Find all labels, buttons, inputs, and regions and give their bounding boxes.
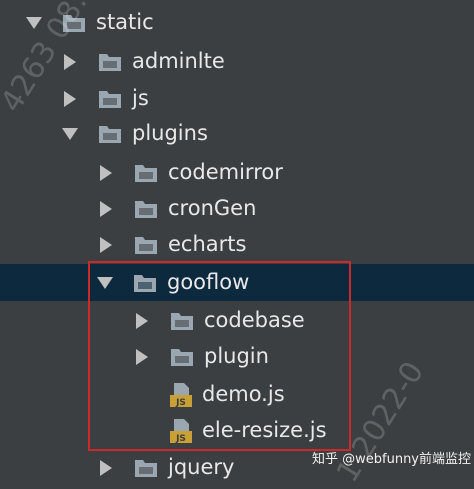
tree-item-label: cronGen [168, 196, 257, 220]
tree-item-label: plugins [132, 121, 208, 145]
chevron-right-icon[interactable] [62, 53, 78, 70]
tree-item-label: jquery [168, 455, 235, 479]
chevron-right-icon[interactable] [134, 348, 150, 365]
chevron-right-icon[interactable] [62, 90, 78, 107]
folder-icon [134, 163, 158, 183]
chevron-right-icon[interactable] [98, 200, 114, 217]
tree-item-label: codemirror [168, 160, 283, 184]
js-file-icon: JS [170, 382, 192, 408]
chevron-right-icon[interactable] [98, 459, 114, 476]
tree-item-label: codebase [204, 308, 305, 332]
folder-icon [98, 89, 122, 109]
tree-row-ele-resize-js[interactable]: JS ele-resize.js [0, 412, 474, 449]
tree-row-demo-js[interactable]: JS demo.js [0, 376, 474, 413]
tree-row-static[interactable]: static [0, 4, 474, 41]
js-badge-text: JS [175, 398, 186, 408]
chevron-down-icon[interactable] [97, 275, 113, 291]
tree-item-label: plugin [204, 344, 269, 368]
folder-icon [170, 311, 194, 331]
project-file-tree: static adminlte js plugins codemirror cr… [0, 0, 474, 481]
tree-row-codebase[interactable]: codebase [0, 302, 474, 339]
tree-row-plugins[interactable]: plugins [0, 115, 474, 152]
tree-item-label: js [132, 86, 149, 110]
folder-icon [134, 199, 158, 219]
tree-row-crongen[interactable]: cronGen [0, 190, 474, 227]
folder-icon [98, 52, 122, 72]
js-badge-text: JS [175, 434, 186, 444]
tree-row-plugin[interactable]: plugin [0, 338, 474, 375]
chevron-down-icon[interactable] [26, 15, 42, 31]
folder-icon [170, 347, 194, 367]
tree-item-label: static [96, 10, 154, 34]
folder-icon [133, 273, 157, 293]
folder-icon [62, 13, 86, 33]
tree-item-label: ele-resize.js [202, 418, 327, 442]
js-file-icon: JS [170, 418, 192, 444]
chevron-right-icon[interactable] [98, 164, 114, 181]
chevron-right-icon[interactable] [98, 236, 114, 253]
tree-item-label: adminlte [132, 49, 225, 73]
source-credit: 知乎 @webfunny前端监控 [312, 452, 472, 467]
tree-row-adminlte[interactable]: adminlte [0, 43, 474, 80]
tree-item-label: demo.js [202, 382, 285, 406]
tree-item-label: echarts [168, 232, 247, 256]
folder-icon [98, 124, 122, 144]
folder-icon [134, 235, 158, 255]
chevron-down-icon[interactable] [62, 126, 78, 142]
tree-row-gooflow[interactable]: gooflow [0, 264, 474, 301]
tree-row-js[interactable]: js [0, 80, 474, 117]
tree-item-label: gooflow [167, 270, 250, 294]
tree-row-echarts[interactable]: echarts [0, 226, 474, 263]
folder-icon [134, 458, 158, 478]
chevron-right-icon[interactable] [134, 312, 150, 329]
tree-row-codemirror[interactable]: codemirror [0, 154, 474, 191]
